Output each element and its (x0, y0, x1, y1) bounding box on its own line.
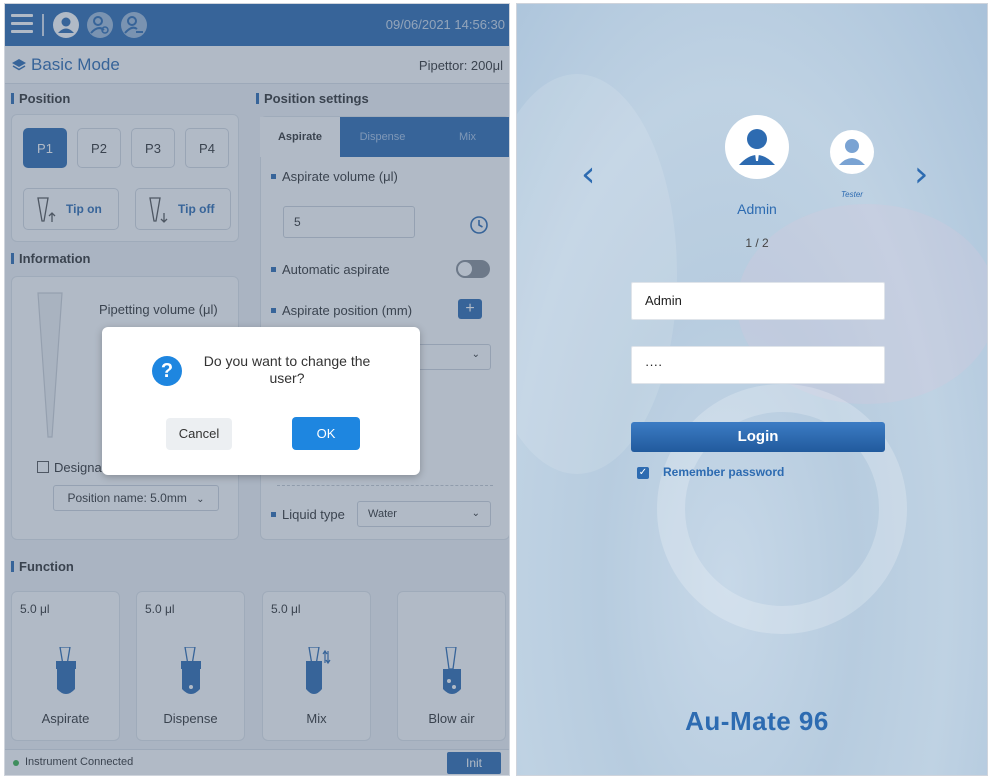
background-decoration (517, 74, 677, 474)
dialog-message: Do you want to change the user? (203, 353, 371, 386)
login-screen: ‹ › Admin Tester 1 / 2 Admin ···· Login … (516, 3, 988, 776)
next-user-chevron-icon[interactable]: › (914, 154, 928, 195)
tester-avatar[interactable] (830, 130, 874, 174)
pipettor-app-window: 09/06/2021 14:56:30 Basic Mode Pipettor:… (4, 3, 510, 776)
remember-password-label: Remember password (663, 465, 785, 479)
question-icon: ? (152, 356, 182, 386)
tester-user-icon (839, 139, 865, 165)
brand-logo-text: Au-Mate 96 (685, 706, 829, 736)
remember-password-checkbox[interactable]: ✓ (637, 467, 649, 479)
user-pager: 1 / 2 (745, 236, 769, 250)
cancel-button[interactable]: Cancel (166, 418, 232, 450)
ok-button[interactable]: OK (292, 417, 360, 450)
admin-avatar[interactable] (725, 115, 789, 179)
previous-user-chevron-icon[interactable]: ‹ (581, 154, 595, 195)
username-field[interactable]: Admin (631, 282, 885, 320)
admin-name: Admin (737, 201, 777, 217)
admin-user-icon (739, 129, 775, 165)
tester-name: Tester (841, 190, 863, 199)
change-user-dialog: ? Do you want to change the user? Cancel… (102, 327, 420, 475)
password-field[interactable]: ···· (631, 346, 885, 384)
login-button[interactable]: Login (631, 422, 885, 452)
